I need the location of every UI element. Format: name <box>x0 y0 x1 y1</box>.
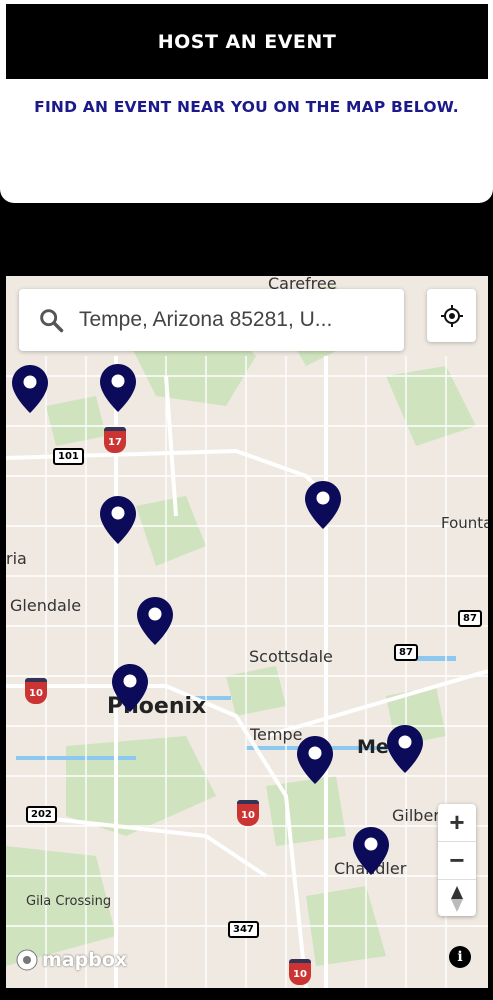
event-pin-icon[interactable] <box>137 597 173 645</box>
info-icon[interactable]: i <box>449 946 471 968</box>
highway-shield-202: 202 <box>26 806 57 823</box>
location-search-box[interactable] <box>19 289 404 351</box>
mapbox-logo[interactable]: mapbox <box>16 949 127 971</box>
label-gilbert: Gilber <box>392 806 440 825</box>
zoom-in-button[interactable]: + <box>438 804 476 842</box>
geolocate-button[interactable] <box>427 289 476 342</box>
compass-icon <box>451 885 463 912</box>
label-gila-crossing: Gila Crossing <box>26 894 112 909</box>
event-pin-icon[interactable] <box>100 364 136 412</box>
host-event-button[interactable]: HOST AN EVENT <box>6 4 488 79</box>
highway-shield-101: 101 <box>53 448 84 465</box>
label-tempe: Tempe <box>250 725 303 744</box>
interstate-shield-10a: 10 <box>25 678 47 704</box>
highway-shield-87b: 87 <box>394 644 418 661</box>
event-pin-icon[interactable] <box>112 664 148 712</box>
label-fountain: Founta <box>441 514 488 532</box>
map-base-layer <box>6 286 488 988</box>
event-map[interactable]: Carefree Founta ria Glendale Scottsdale … <box>6 276 488 988</box>
search-icon <box>40 309 64 333</box>
interstate-shield-10b: 10 <box>237 800 259 826</box>
event-pin-icon[interactable] <box>353 827 389 875</box>
event-pin-icon[interactable] <box>100 496 136 544</box>
event-pin-icon[interactable] <box>387 725 423 773</box>
label-peoria: ria <box>6 549 27 568</box>
highway-shield-87: 87 <box>458 610 482 627</box>
header-panel: HOST AN EVENT FIND AN EVENT NEAR YOU ON … <box>0 0 493 203</box>
compass-button[interactable] <box>438 880 476 917</box>
crosshair-icon <box>440 304 463 327</box>
search-input[interactable] <box>77 307 381 333</box>
label-scottsdale: Scottsdale <box>249 647 333 666</box>
highway-shield-347: 347 <box>228 921 259 938</box>
mapbox-logo-icon <box>16 949 38 971</box>
label-glendale: Glendale <box>10 596 82 615</box>
mapbox-wordmark: mapbox <box>42 949 128 971</box>
event-pin-icon[interactable] <box>297 736 333 784</box>
find-event-heading: FIND AN EVENT NEAR YOU ON THE MAP BELOW. <box>34 98 459 116</box>
interstate-shield-17: 17 <box>104 427 126 453</box>
interstate-shield-10c: 10 <box>289 959 311 985</box>
map-zoom-controls: + − <box>438 804 476 916</box>
event-pin-icon[interactable] <box>12 365 48 413</box>
zoom-out-button[interactable]: − <box>438 842 476 880</box>
event-pin-icon[interactable] <box>305 481 341 529</box>
